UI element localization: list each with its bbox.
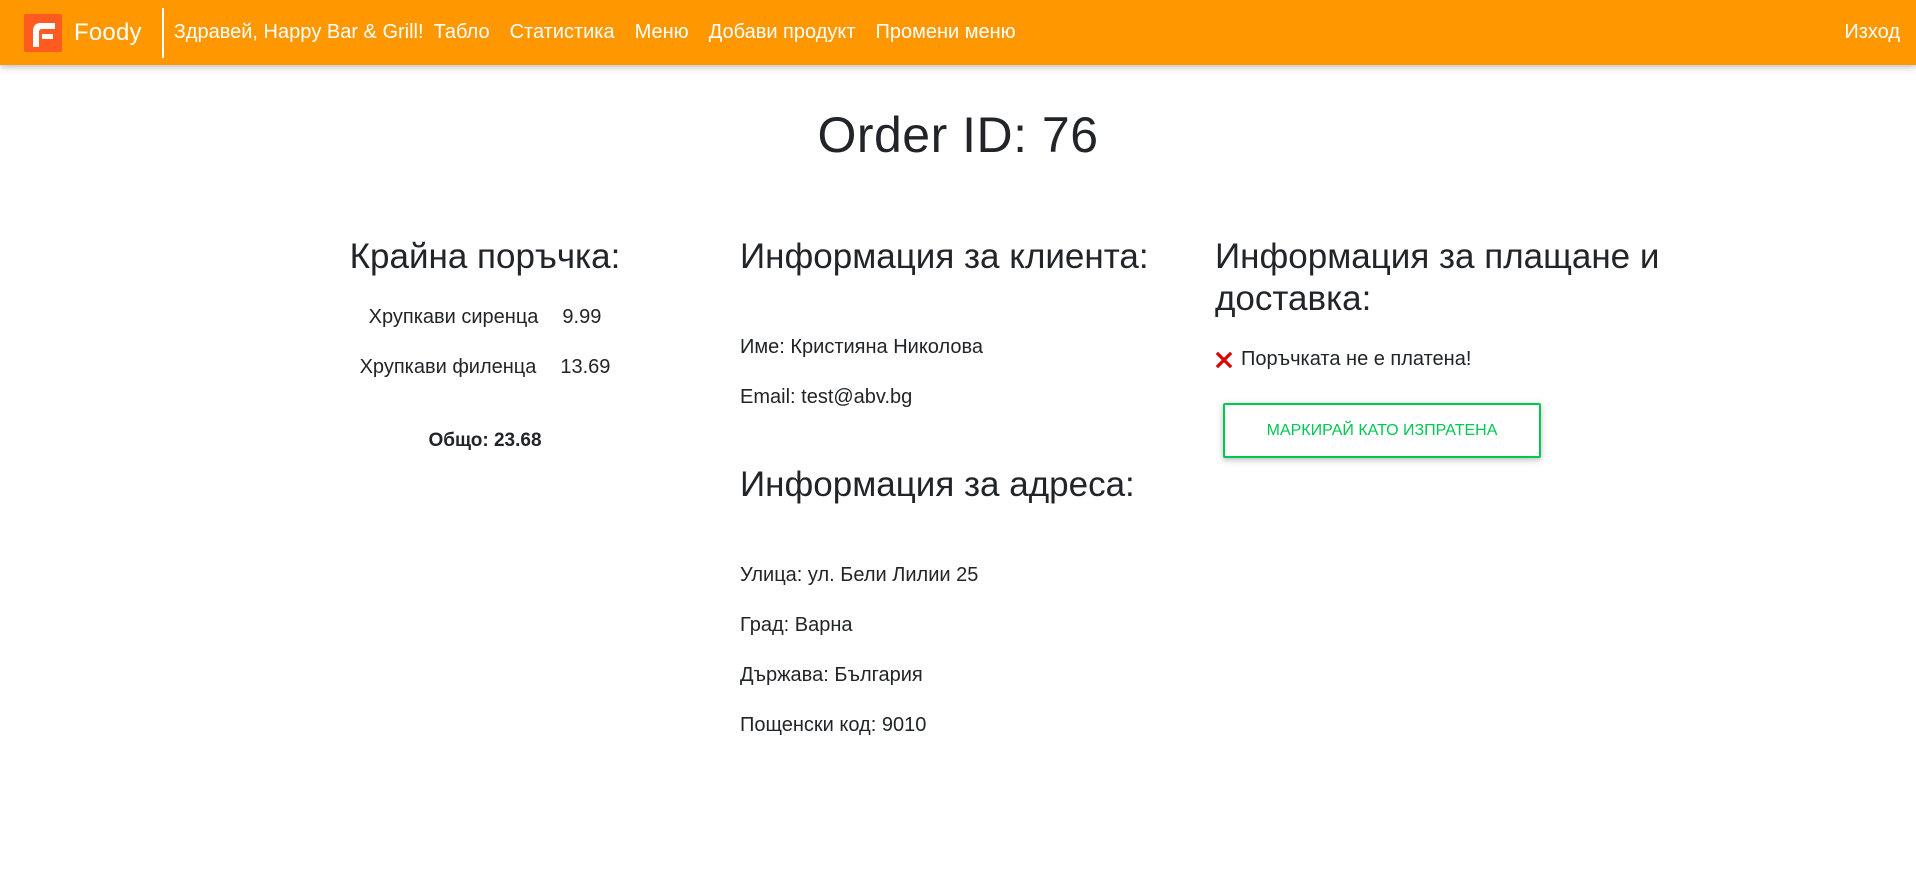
order-total-value: 23.68 <box>493 430 542 451</box>
order-total-label: Общо: <box>428 430 489 451</box>
nav-link-dashboard[interactable]: Табло <box>434 21 490 44</box>
address-postal-row: Пощенски код: 9010 <box>740 714 1180 764</box>
order-item: Хрупкави филенца 13.69 <box>330 356 640 406</box>
nav-link-edit-menu[interactable]: Промени меню <box>876 21 1016 44</box>
address-country-label: Държава: <box>740 664 829 686</box>
mark-as-sent-button[interactable]: Маркирай като изпратена <box>1223 403 1541 458</box>
client-info-section: Информация за клиента: Име: Кристияна Ни… <box>740 236 1180 764</box>
order-item-name: Хрупкави сиренца <box>368 306 539 328</box>
address-info-title: Информация за адреса: <box>740 465 1135 504</box>
address-street-value: ул. Бели Лилии 25 <box>807 564 979 586</box>
address-country-row: Държава: България <box>740 664 1180 714</box>
payment-info-title: Информация за плащане и доставка: <box>1215 237 1660 318</box>
client-name-label: Име: <box>740 336 785 358</box>
brand-name: Foody <box>74 18 142 46</box>
address-street-label: Улица: <box>740 564 803 586</box>
nav-link-add-product[interactable]: Добави продукт <box>709 21 856 44</box>
order-item: Хрупкави сиренца 9.99 <box>330 306 640 356</box>
order-total: Общо: 23.68 <box>330 430 640 452</box>
address-city-value: Варна <box>794 614 853 636</box>
address-info-list: Улица: ул. Бели Лилии 25 Град: Варна Дър… <box>740 564 1180 764</box>
client-info-title: Информация за клиента: <box>740 237 1149 276</box>
address-postal-label: Пощенски код: <box>740 714 877 736</box>
client-email-value: test@abv.bg <box>801 386 913 408</box>
order-item-price: 9.99 <box>562 306 602 328</box>
order-item-price: 13.69 <box>560 356 611 378</box>
client-info-list: Име: Кристияна Николова Email: test@abv.… <box>740 336 1180 436</box>
address-city-row: Град: Варна <box>740 614 1180 664</box>
top-navbar: Foody Здравей, Happy Bar & Grill! Табло … <box>0 0 1916 65</box>
foody-logo-icon <box>24 13 62 52</box>
order-item-name: Хрупкави филенца <box>359 356 537 378</box>
client-email-row: Email: test@abv.bg <box>740 386 1180 436</box>
address-postal-value: 9010 <box>881 714 927 736</box>
order-summary-title: Крайна поръчка: <box>349 237 621 276</box>
greeting-text: Здравей, Happy Bar & Grill! <box>173 21 424 43</box>
address-city-label: Град: <box>740 614 790 636</box>
page-title: Order ID: 76 <box>817 107 1099 163</box>
client-name-row: Име: Кристияна Николова <box>740 336 1180 386</box>
order-summary-section: Крайна поръчка: Хрупкави сиренца 9.99 Хр… <box>330 236 640 452</box>
nav-links: Здравей, Happy Bar & Grill! Табло Статис… <box>174 0 1016 65</box>
client-name-value: Кристияна Николова <box>790 336 984 358</box>
address-country-value: България <box>834 664 923 686</box>
nav-link-menu[interactable]: Меню <box>635 21 689 44</box>
navbar-divider <box>161 7 164 58</box>
cross-icon <box>1216 351 1232 368</box>
payment-status-text: Поръчката не е платена! <box>1241 348 1472 370</box>
logout-link[interactable]: Изход <box>1844 0 1900 65</box>
brand-link[interactable]: Foody <box>24 0 142 65</box>
nav-link-statistics[interactable]: Статистика <box>510 21 615 44</box>
payment-info-section: Информация за плащане и доставка: Поръчк… <box>1215 236 1715 458</box>
order-items-list: Хрупкави сиренца 9.99 Хрупкави филенца 1… <box>330 306 640 406</box>
address-street-row: Улица: ул. Бели Лилии 25 <box>740 564 1180 614</box>
payment-status: Поръчката не е платена! <box>1215 348 1715 371</box>
client-email-label: Email: <box>740 386 796 408</box>
